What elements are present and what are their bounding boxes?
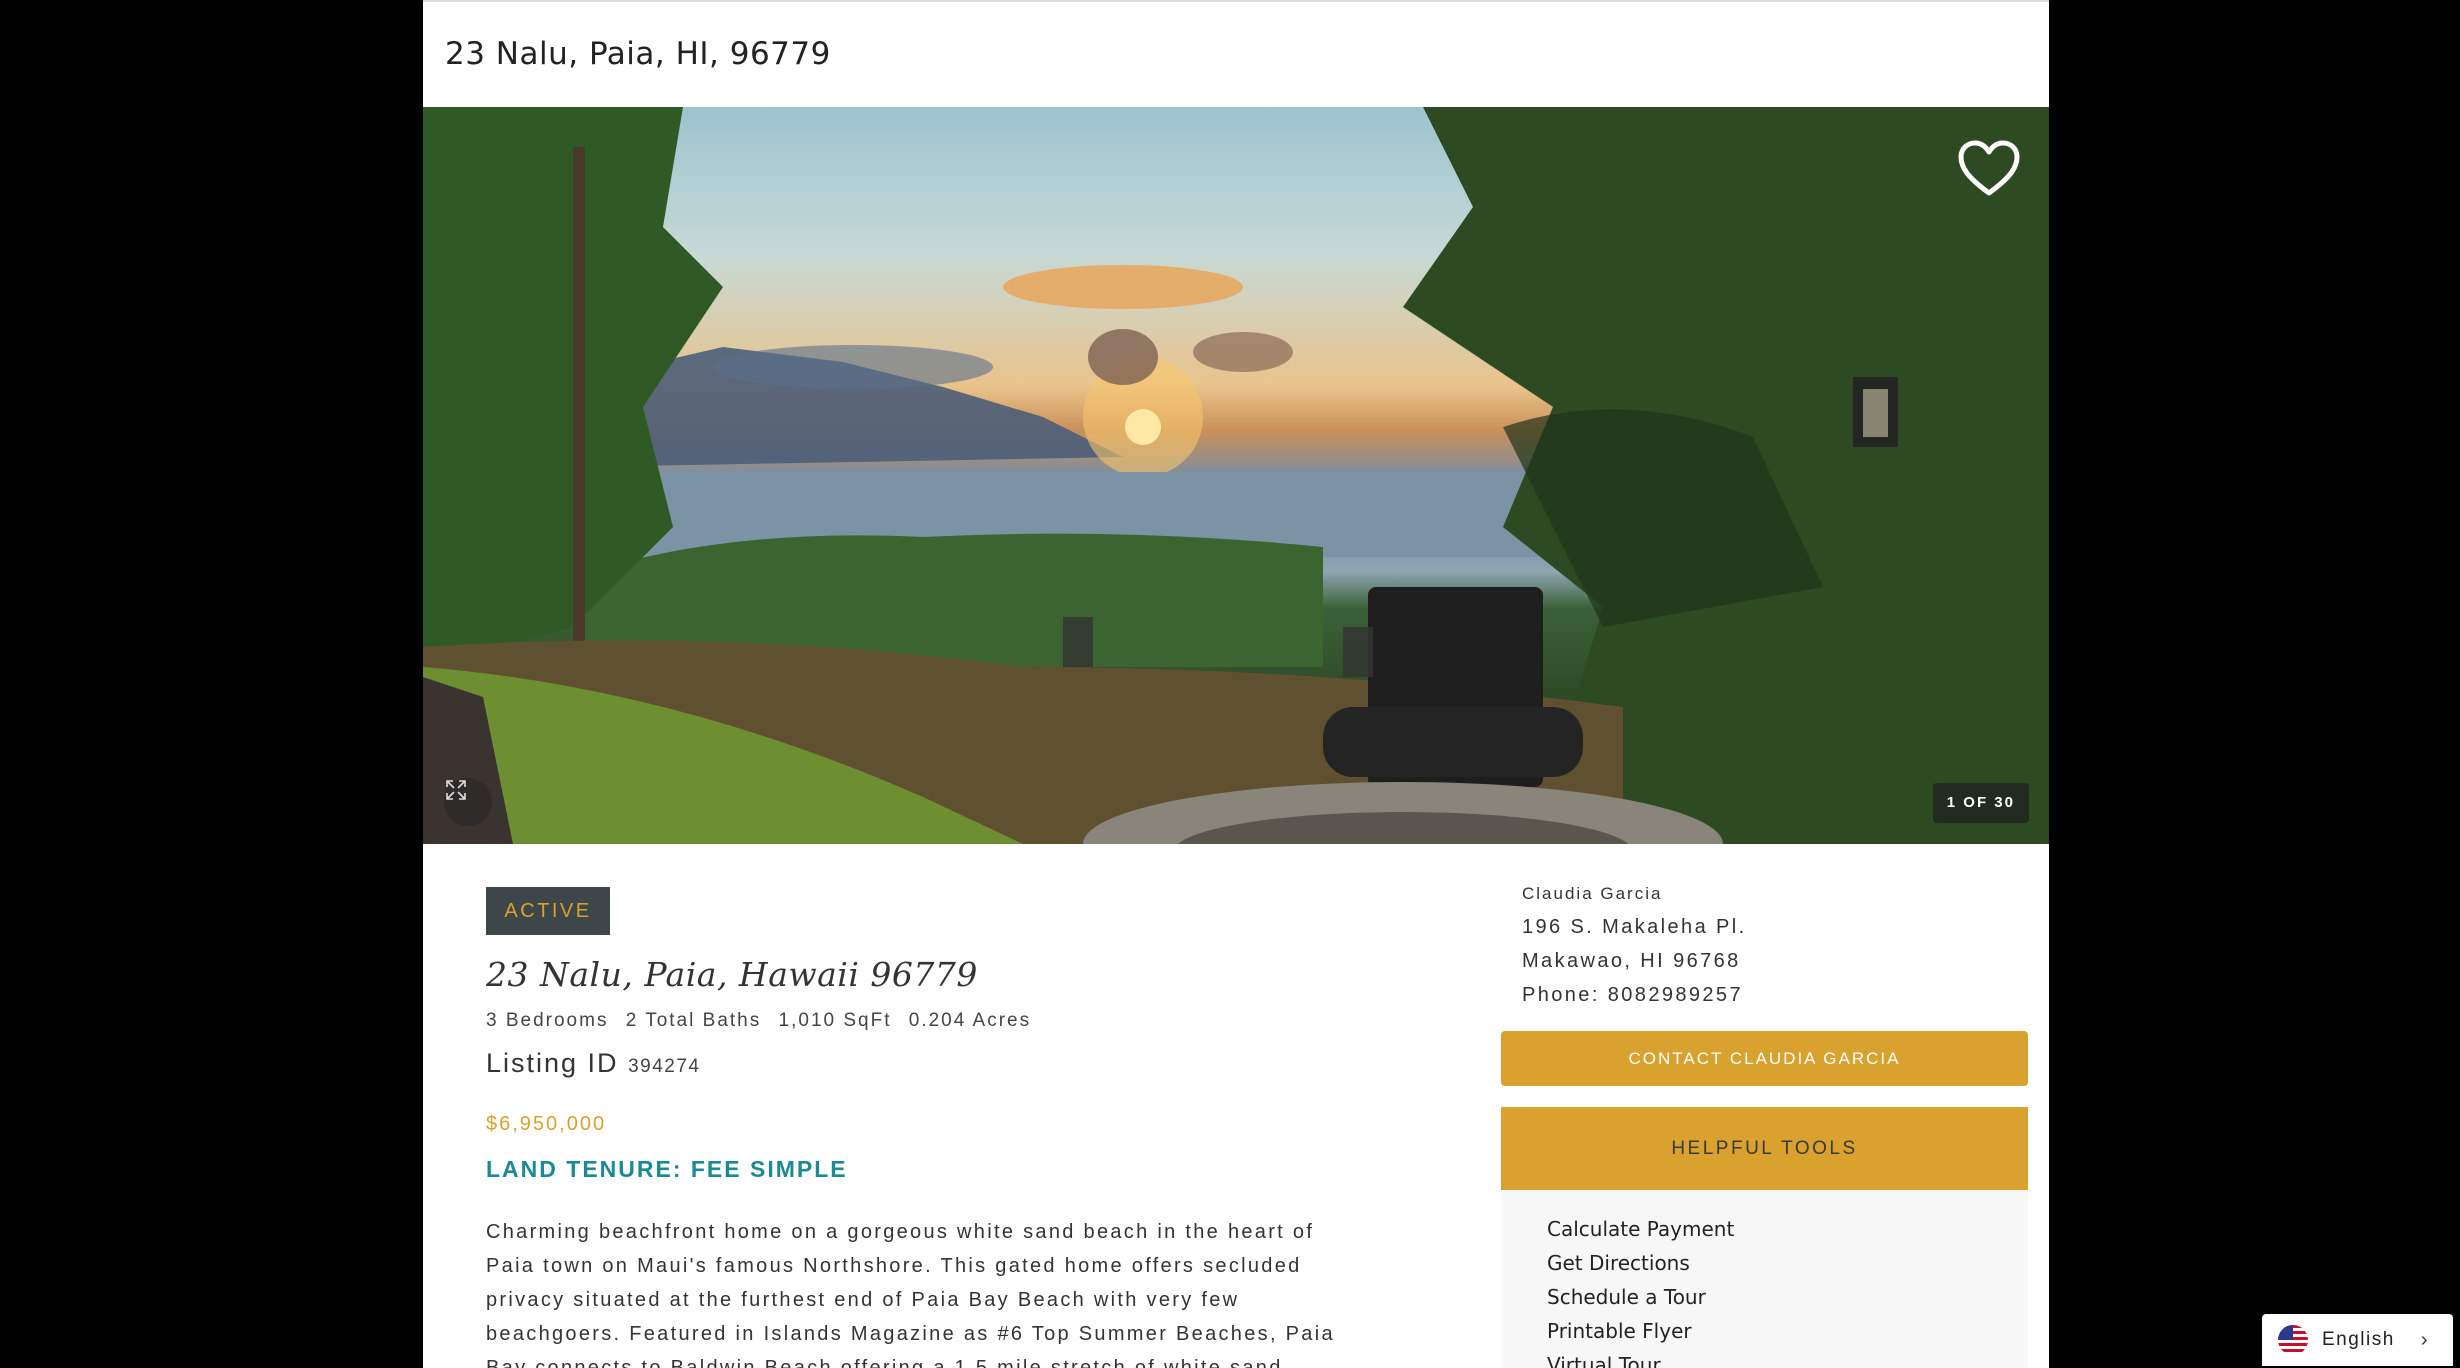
acres-fact: 0.204 Acres [908, 1010, 1032, 1031]
expand-arrows-icon [446, 780, 466, 800]
tool-schedule-tour[interactable]: Schedule a Tour [1547, 1280, 2028, 1314]
listing-price: $6,950,000 [486, 1113, 607, 1135]
listing-id-value: 394274 [628, 1056, 701, 1077]
agent-name: Claudia Garcia [1522, 884, 1663, 903]
favorite-heart-icon[interactable] [1957, 139, 2021, 199]
listing-photo [423, 107, 2049, 844]
listing-id-label: Listing ID [486, 1048, 619, 1078]
photo-gallery[interactable]: 1 OF 30 [423, 107, 2049, 844]
land-tenure: LAND TENURE: FEE SIMPLE [486, 1156, 848, 1182]
photo-counter: 1 OF 30 [1932, 783, 2029, 823]
tool-virtual-tour[interactable]: Virtual Tour [1547, 1348, 2028, 1368]
tool-printable-flyer[interactable]: Printable Flyer [1547, 1314, 2028, 1348]
baths-fact: 2 Total Baths [625, 1010, 762, 1031]
page-title: 23 Nalu, Paia, HI, 96779 [445, 36, 831, 72]
sqft-fact: 1,010 SqFt [778, 1010, 892, 1031]
agent-info: Claudia Garcia 196 S. Makaleha Pl. Makaw… [1522, 884, 1747, 1012]
bedrooms-fact: 3 Bedrooms [486, 1010, 609, 1031]
language-label: English [2322, 1329, 2395, 1350]
agent-phone[interactable]: Phone: 8082989257 [1522, 978, 1747, 1012]
listing-description: Charming beachfront home on a gorgeous w… [486, 1221, 1335, 1368]
status-badge: ACTIVE [486, 887, 610, 935]
language-switcher[interactable]: English › [2262, 1314, 2453, 1366]
listing-id: Listing ID 394274 [486, 1048, 700, 1079]
helpful-tools-list: Calculate Payment Get Directions Schedul… [1501, 1190, 2028, 1368]
helpful-tools-header: HELPFUL TOOLS [1501, 1107, 2028, 1190]
chevron-right-icon: › [2420, 1328, 2428, 1351]
contact-agent-button[interactable]: CONTACT CLAUDIA GARCIA [1501, 1031, 2028, 1086]
tool-calculate-payment[interactable]: Calculate Payment [1547, 1212, 2028, 1246]
top-bar: 23 Nalu, Paia, HI, 96779 [423, 0, 2049, 107]
listing-facts: 3 Bedrooms 2 Total Baths 1,010 SqFt 0.20… [486, 1010, 1041, 1032]
listing-address: 23 Nalu, Paia, Hawaii 96779 [486, 955, 978, 994]
tool-get-directions[interactable]: Get Directions [1547, 1246, 2028, 1280]
agent-address-line2: Makawao, HI 96768 [1522, 950, 1741, 972]
us-flag-icon [2278, 1325, 2308, 1355]
listing-page: 23 Nalu, Paia, HI, 96779 1 OF 30 ACTIVE … [423, 0, 2049, 1368]
agent-address-line1: 196 S. Makaleha Pl. [1522, 916, 1747, 938]
expand-fullscreen-button[interactable] [444, 778, 492, 826]
